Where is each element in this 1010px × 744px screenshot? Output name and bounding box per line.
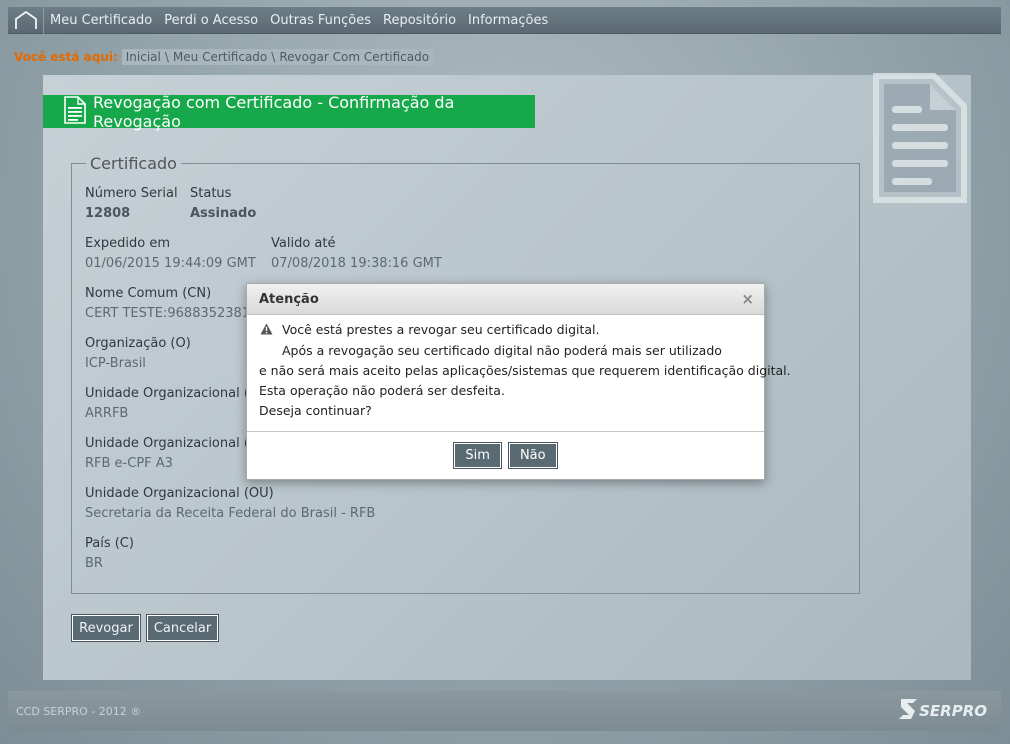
serpro-logo-icon	[897, 697, 919, 725]
issued-value: 01/06/2015 19:44:09 GMT	[85, 256, 256, 271]
breadcrumb-item-inicial[interactable]: Inicial	[126, 50, 161, 64]
breadcrumb-separator: \	[271, 49, 276, 64]
status-label: Status	[190, 186, 232, 201]
country-value: BR	[85, 556, 103, 571]
warning-icon	[260, 323, 273, 339]
no-button[interactable]: Não	[507, 442, 558, 469]
breadcrumb-separator: \	[164, 49, 169, 64]
confirm-dialog: Atenção × Você está prestes a revogar se…	[246, 283, 791, 480]
breadcrumb-trail: Inicial \ Meu Certificado \ Revogar Com …	[121, 48, 434, 65]
breadcrumb-item-meu-certificado[interactable]: Meu Certificado	[173, 50, 267, 64]
document-icon	[63, 95, 87, 128]
footer-copyright: CCD SERPRO - 2012 ®	[16, 704, 142, 718]
page-title-bar: Revogação com Certificado - Confirmação …	[43, 92, 535, 131]
cn-value: CERT TESTE:9688352381	[85, 306, 251, 321]
dialog-line-3: e não será mais aceito pelas aplicações/…	[259, 363, 791, 378]
yes-button[interactable]: Sim	[453, 442, 502, 469]
certificate-legend: Certificado	[90, 154, 177, 173]
dialog-line-1: Você está prestes a revogar seu certific…	[282, 322, 600, 337]
serial-label: Número Serial	[85, 186, 178, 201]
status-value: Assinado	[190, 206, 257, 221]
dialog-body: Você está prestes a revogar seu certific…	[247, 315, 791, 431]
nav-repositorio[interactable]: Repositório	[377, 13, 462, 28]
valid-label: Valido até	[271, 236, 336, 251]
revoke-button[interactable]: Revogar	[71, 614, 141, 642]
footer: CCD SERPRO - 2012 ® SERPRO	[8, 691, 1001, 731]
country-label: País (C)	[85, 536, 134, 551]
home-icon[interactable]	[8, 6, 44, 34]
ou2-value: RFB e-CPF A3	[85, 456, 173, 471]
breadcrumb: Você está aqui: Inicial \ Meu Certificad…	[8, 48, 434, 65]
serpro-logo: SERPRO	[897, 697, 987, 725]
breadcrumb-item-revogar: Revogar Com Certificado	[279, 49, 430, 64]
issued-label: Expedido em	[85, 236, 171, 251]
page-title: Revogação com Certificado - Confirmação …	[93, 92, 455, 131]
nav-perdi-acesso[interactable]: Perdi o Acesso	[158, 13, 264, 28]
org-label: Organização (O)	[85, 336, 191, 351]
document-icon	[872, 72, 968, 204]
dialog-footer: Sim Não	[247, 431, 764, 479]
ou1-value: ARRFB	[85, 406, 129, 421]
serpro-logo-text: SERPRO	[919, 702, 987, 720]
dialog-line-2: Após a revogação seu certificado digital…	[282, 343, 722, 358]
nav-outras-funcoes[interactable]: Outras Funções	[264, 13, 377, 28]
valid-value: 07/08/2018 19:38:16 GMT	[271, 256, 442, 271]
cn-label: Nome Comum (CN)	[85, 286, 212, 301]
org-value: ICP-Brasil	[85, 356, 146, 371]
ou3-label: Unidade Organizacional (OU)	[85, 486, 274, 501]
serial-value: 12808	[85, 206, 131, 221]
dialog-line-5: Deseja continuar?	[259, 403, 372, 418]
cancel-button[interactable]: Cancelar	[146, 614, 219, 642]
dialog-header: Atenção ×	[247, 284, 764, 315]
nav-meu-certificado[interactable]: Meu Certificado	[44, 13, 158, 28]
dialog-line-4: Esta operação não poderá ser desfeita.	[259, 383, 505, 398]
close-icon[interactable]: ×	[741, 290, 754, 308]
ou3-value: Secretaria da Receita Federal do Brasil …	[85, 506, 376, 521]
top-nav: Meu Certificado Perdi o Acesso Outras Fu…	[8, 6, 1001, 34]
breadcrumb-label: Você está aqui:	[14, 49, 118, 64]
dialog-title: Atenção	[259, 291, 319, 307]
nav-informacoes[interactable]: Informações	[462, 13, 554, 28]
